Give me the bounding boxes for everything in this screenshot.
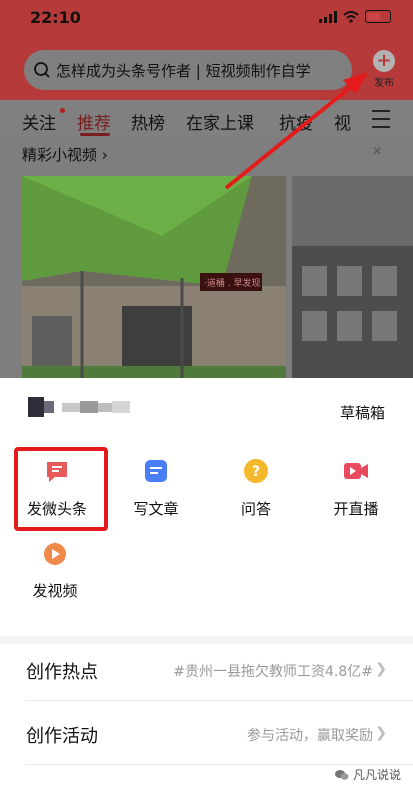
tab-recommend[interactable]: 推荐 xyxy=(77,109,111,134)
article-icon xyxy=(145,460,167,482)
action-qa[interactable]: ? 问答 xyxy=(211,458,301,519)
svg-text:?: ? xyxy=(252,464,260,480)
section-divider xyxy=(0,636,413,644)
row-label: 创作活动 xyxy=(26,726,98,747)
row-divider xyxy=(26,764,413,765)
plus-icon: + xyxy=(373,50,395,72)
video-icon xyxy=(44,542,66,565)
row-divider xyxy=(26,700,413,701)
row-value: 参与活动，赢取奖励 xyxy=(247,728,373,744)
tab-anti-epidemic[interactable]: 抗疫 xyxy=(279,109,313,134)
avatar xyxy=(28,397,138,417)
chevron-right-icon: ❯ xyxy=(375,661,387,677)
tab-follow[interactable]: 关注 xyxy=(22,109,56,134)
tab-hot[interactable]: 热榜 xyxy=(131,109,165,134)
watermark-text: 凡凡说说 xyxy=(352,768,401,782)
tab-online-class[interactable]: 在家上课 xyxy=(186,109,254,134)
publish-button[interactable]: + 发布 xyxy=(365,50,403,89)
sign-text: ·道桶 . 早发现 xyxy=(204,277,260,289)
action-post-video[interactable]: 发视频 xyxy=(10,540,100,601)
action-label: 问答 xyxy=(240,500,271,518)
drafts-button[interactable]: 草稿箱 xyxy=(340,402,385,423)
thumbnail-image-2 xyxy=(292,176,413,378)
status-icons xyxy=(319,10,391,23)
chevron-right-icon: ❯ xyxy=(375,725,387,741)
notification-dot xyxy=(60,108,65,113)
battery-icon xyxy=(365,10,391,23)
row-label: 创作热点 xyxy=(26,662,98,683)
video-thumbnail[interactable]: ·道桶 . 早发现 xyxy=(22,176,286,378)
qa-icon: ? xyxy=(244,459,268,483)
channel-menu-icon[interactable] xyxy=(372,110,390,134)
list-item-creation-hotspot[interactable]: 创作热点 #贵州一县拖欠教师工资4.8亿# ❯ xyxy=(0,644,413,708)
search-text: 怎样成为头条号作者 | 短视频制作自学 xyxy=(56,61,311,80)
highlight-box xyxy=(14,447,108,531)
search-icon xyxy=(34,62,50,78)
active-tab-indicator xyxy=(80,133,110,136)
row-value: #贵州一县拖欠教师工资4.8亿# xyxy=(173,664,373,680)
action-label: 发视频 xyxy=(32,582,78,600)
tab-video[interactable]: 视 xyxy=(334,109,351,134)
signal-icon xyxy=(319,10,337,23)
feed-section-title[interactable]: 精彩小视频 › xyxy=(22,144,108,165)
action-label: 开直播 xyxy=(333,500,379,518)
close-icon[interactable]: ✕ xyxy=(372,144,382,158)
watermark: 凡凡说说 xyxy=(334,766,401,783)
live-icon xyxy=(344,463,368,479)
list-item-creation-activity[interactable]: 创作活动 参与活动，赢取奖励 ❯ xyxy=(0,708,413,772)
publish-label: 发布 xyxy=(374,78,394,89)
action-live[interactable]: 开直播 xyxy=(311,458,401,519)
wechat-icon xyxy=(334,769,349,780)
wifi-icon xyxy=(343,10,359,23)
status-time: 22:10 xyxy=(30,8,81,27)
action-write-article[interactable]: 写文章 xyxy=(111,458,201,519)
thumbnail-image: ·道桶 . 早发现 xyxy=(22,176,286,378)
video-thumbnail-2[interactable] xyxy=(292,176,413,378)
search-bar[interactable]: 怎样成为头条号作者 | 短视频制作自学 xyxy=(24,50,352,90)
action-label: 写文章 xyxy=(133,500,179,518)
